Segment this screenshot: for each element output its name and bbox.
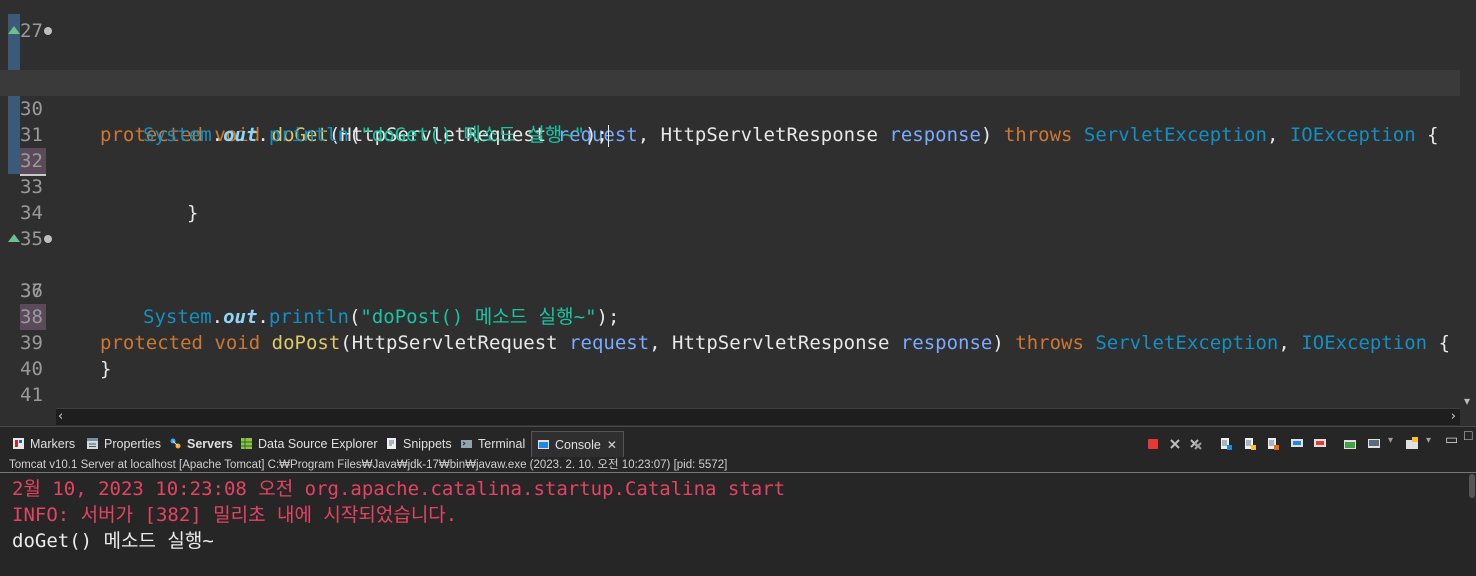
console-scrollbar[interactable] xyxy=(1468,474,1476,576)
tab-data-source-explorer[interactable]: Data Source Explorer xyxy=(240,431,378,457)
properties-icon xyxy=(87,438,98,449)
fold-toggle-icon[interactable] xyxy=(44,27,52,35)
code-line-41[interactable]: 41 } xyxy=(0,356,1460,406)
display-console-icon[interactable] xyxy=(1367,437,1381,451)
code-editor[interactable]: 27 28 protected void doGet(HttpServletRe… xyxy=(0,0,1476,408)
word-wrap-icon[interactable] xyxy=(1266,437,1280,451)
code-line-35[interactable]: 35 xyxy=(0,200,1460,250)
scroll-left-arrow-icon[interactable]: ‹ xyxy=(58,409,63,424)
pin-console-icon[interactable] xyxy=(1343,437,1357,451)
tab-servers[interactable]: Servers xyxy=(169,431,233,457)
code-line-33[interactable]: 33 } xyxy=(0,148,1460,224)
console-line: INFO: 서버가 [382] 밀리초 내에 시작되었습니다. xyxy=(12,504,458,526)
show-stderr-icon[interactable] xyxy=(1313,437,1327,451)
code-line-31[interactable]: 31 xyxy=(0,96,1460,146)
servers-icon xyxy=(170,438,181,449)
show-stdout-icon[interactable] xyxy=(1290,437,1304,451)
console-process-label: Tomcat v10.1 Server at localhost [Apache… xyxy=(0,457,1476,473)
terminate-icon[interactable] xyxy=(1146,437,1160,451)
chevron-down-icon[interactable]: ▾ xyxy=(1388,435,1393,446)
override-marker-icon[interactable] xyxy=(8,26,20,34)
clear-console-icon[interactable] xyxy=(1219,437,1233,451)
code-line-37[interactable]: 37 System.out.println("doPost() 메소드 실행~"… xyxy=(0,252,1460,328)
code-line-40[interactable]: 40 xyxy=(0,330,1460,380)
terminal-icon xyxy=(461,440,472,448)
close-icon[interactable]: ✕ xyxy=(607,438,617,452)
remove-all-terminated-icon[interactable] xyxy=(1189,437,1203,451)
code-line-27[interactable]: 27 xyxy=(0,0,1460,42)
console-line: doGet() 메소드 실행~ xyxy=(12,530,214,552)
tab-terminal[interactable]: Terminal xyxy=(460,431,525,457)
code-line-29[interactable]: 29 xyxy=(0,44,1460,94)
code-line-30[interactable]: 30 System.out.println("doGet() 메소드 실행~")… xyxy=(0,70,1460,147)
scroll-right-arrow-icon[interactable]: › xyxy=(1451,409,1456,424)
scroll-thumb[interactable] xyxy=(1469,474,1475,498)
tab-markers[interactable]: Markers xyxy=(12,431,75,457)
minimize-icon[interactable]: ▭ xyxy=(1445,431,1458,448)
code-line-42[interactable]: 42 xyxy=(0,382,1460,408)
code-line-28[interactable]: 28 protected void doGet(HttpServletReque… xyxy=(0,18,1460,146)
open-console-icon[interactable] xyxy=(1405,437,1419,451)
console-icon xyxy=(538,440,549,449)
code-line-38[interactable]: 38 xyxy=(0,278,1460,330)
maximize-icon[interactable]: □ xyxy=(1464,427,1472,443)
console-line: 2월 10, 2023 10:23:08 오전 org.apache.catal… xyxy=(12,478,786,500)
data-source-icon xyxy=(241,438,252,449)
scroll-lock-icon[interactable] xyxy=(1243,437,1257,451)
horizontal-scrollbar[interactable]: ‹ › xyxy=(56,408,1460,425)
snippets-icon xyxy=(387,438,396,449)
remove-launch-icon[interactable] xyxy=(1168,437,1182,451)
code-line-32[interactable]: 32 xyxy=(0,122,1460,176)
console-output[interactable]: 2월 10, 2023 10:23:08 오전 org.apache.catal… xyxy=(0,474,1476,576)
code-line-39[interactable]: 39 } xyxy=(0,304,1460,380)
vertical-scrollbar[interactable]: ▾ xyxy=(1460,0,1476,408)
tab-properties[interactable]: Properties xyxy=(86,431,161,457)
tab-snippets[interactable]: Snippets xyxy=(385,431,452,457)
tab-console[interactable]: Console ✕ xyxy=(531,431,624,458)
scroll-down-arrow-icon[interactable]: ▾ xyxy=(1464,394,1470,408)
code-line-34[interactable]: 34 xyxy=(0,174,1460,224)
chevron-down-icon[interactable]: ▾ xyxy=(1426,435,1431,446)
markers-icon xyxy=(13,438,24,449)
view-tab-bar: Markers Properties Servers Data Source E… xyxy=(0,427,1476,458)
code-line-36[interactable]: 36 protected void doPost(HttpServletRequ… xyxy=(0,226,1460,354)
bottom-views-panel: Markers Properties Servers Data Source E… xyxy=(0,426,1476,576)
fold-toggle-icon[interactable] xyxy=(44,235,52,243)
override-marker-icon[interactable] xyxy=(8,234,20,242)
